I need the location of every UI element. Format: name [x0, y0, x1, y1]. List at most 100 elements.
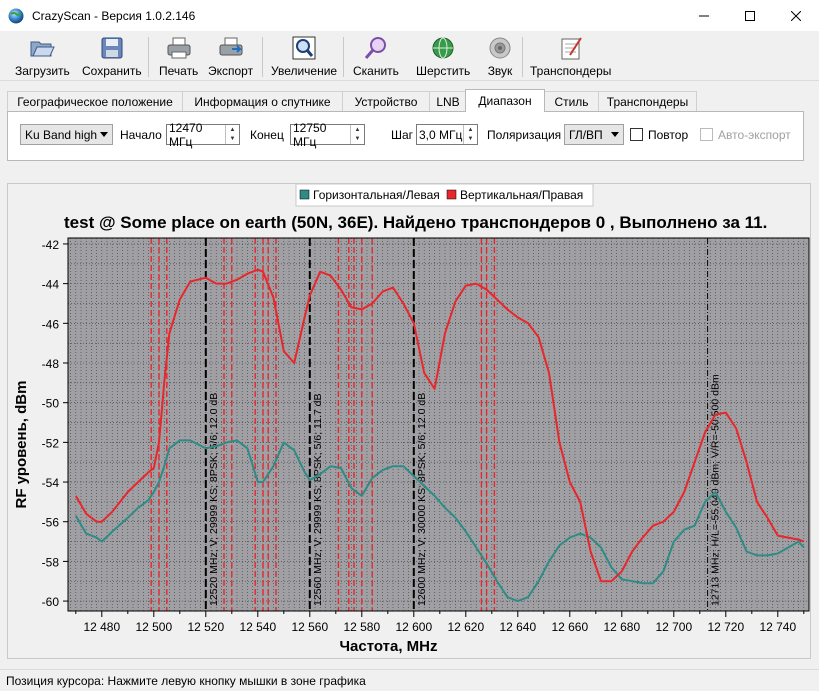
step-value: 3,0 МГц [419, 127, 463, 142]
minimize-icon [699, 15, 709, 16]
step-spinner[interactable]: 3,0 МГц ▲ ▼ [416, 124, 478, 145]
end-freq-spinner[interactable]: 12750 МГц ▲ ▼ [290, 121, 365, 149]
title-bar: CrazyScan - Версия 1.0.2.146 [0, 0, 819, 31]
x-tick-label: 12 680 [603, 620, 640, 634]
print-label: Печать [159, 64, 199, 78]
x-axis-label: Частота, MHz [339, 638, 437, 655]
toolbar-separator [148, 37, 149, 77]
auto-export-checkbox-box[interactable] [700, 128, 713, 141]
sweep-label: Шерстить [416, 64, 471, 78]
y-tick-label: -58 [42, 555, 60, 569]
x-tick-label: 12 580 [343, 620, 380, 634]
spin-down-icon[interactable]: ▼ [351, 135, 364, 145]
sweep-button[interactable]: Шерстить [416, 35, 470, 79]
transponder-marker-label: 12560 MHz; V; 29999 KS; 8PSK; 5/6; 11.7 … [312, 394, 324, 606]
save-button[interactable]: Сохранить [82, 35, 142, 79]
chart-title: test @ Some place on earth (50N, 36E). Н… [64, 213, 767, 232]
export-printer-icon [218, 35, 244, 61]
legend-label-horizontal: Горизонтальная/Левая [313, 188, 440, 202]
zoom-button[interactable]: Увеличение [271, 35, 337, 79]
repeat-checkbox[interactable]: Повтор [630, 124, 688, 145]
transponders-button[interactable]: Транспондеры [530, 35, 611, 79]
floppy-disk-icon [99, 35, 125, 61]
auto-export-label: Авто-экспорт [718, 127, 791, 142]
toolbar: Загрузить Сохранить Печать Экспорт Увели… [0, 31, 819, 81]
notebook-pencil-icon [558, 35, 584, 61]
toolbar-separator [522, 37, 523, 77]
tab-range[interactable]: Диапазон [465, 89, 545, 112]
x-tick-label: 12 520 [187, 620, 224, 634]
step-label: Шаг [391, 127, 414, 142]
export-button[interactable]: Экспорт [208, 35, 253, 79]
transponder-marker-label: 12713 MHz; H/L=-55.040 dBm; V/R=-50.500 … [710, 374, 722, 606]
save-label: Сохранить [82, 64, 142, 78]
y-tick-label: -42 [42, 238, 60, 252]
zoom-frame-icon [291, 35, 317, 61]
spin-down-icon[interactable]: ▼ [464, 135, 477, 145]
tab-device[interactable]: Устройство [342, 91, 430, 111]
start-freq-value: 12470 МГц [169, 120, 203, 149]
x-tick-label: 12 640 [499, 620, 536, 634]
sound-button[interactable]: Звук [487, 35, 513, 79]
repeat-checkbox-box[interactable] [630, 128, 643, 141]
spin-down-icon[interactable]: ▼ [226, 135, 239, 145]
y-tick-label: -48 [42, 357, 60, 371]
close-icon [791, 10, 801, 21]
cursor-position-status: Позиция курсора: Нажмите левую кнопку мы… [6, 673, 366, 688]
tab-label: Транспондеры [606, 94, 689, 109]
y-tick-label: -52 [42, 436, 60, 450]
legend-swatch-vertical [446, 189, 457, 200]
app-globe-icon [8, 8, 24, 23]
tab-lnb[interactable]: LNB [429, 91, 467, 111]
auto-export-checkbox[interactable]: Авто-экспорт [700, 124, 791, 145]
magnifier-icon [363, 35, 389, 61]
window-title: CrazyScan - Версия 1.0.2.146 [32, 8, 196, 23]
tab-transponders[interactable]: Транспондеры [598, 91, 697, 111]
tab-label: Информация о спутнике [194, 94, 331, 109]
start-freq-spinner[interactable]: 12470 МГц ▲ ▼ [166, 121, 240, 149]
polarization-value: ГЛ/ВП [569, 127, 603, 142]
x-tick-label: 12 540 [239, 620, 276, 634]
load-button[interactable]: Загрузить [15, 35, 70, 79]
x-tick-label: 12 720 [707, 620, 744, 634]
x-tick-label: 12 620 [447, 620, 484, 634]
x-tick-label: 12 660 [551, 620, 588, 634]
start-label: Начало [120, 127, 162, 142]
chevron-down-icon [611, 132, 619, 137]
end-label: Конец [250, 127, 284, 142]
speaker-icon [487, 35, 513, 61]
print-button[interactable]: Печать [159, 35, 198, 79]
scan-label: Сканить [353, 64, 399, 78]
range-panel: Ku Band high Начало 12470 МГц ▲ ▼ Конец 1… [7, 111, 804, 161]
spin-up-icon[interactable]: ▲ [351, 125, 364, 135]
legend-swatch-horizontal [299, 189, 310, 200]
tab-satellite-info[interactable]: Информация о спутнике [182, 91, 343, 111]
x-tick-label: 12 740 [759, 620, 796, 634]
y-axis-label: RF уровень, dBm [13, 381, 30, 509]
tab-geo-position[interactable]: Географическое положение [7, 91, 183, 111]
scan-button[interactable]: Сканить [353, 35, 399, 79]
spectrum-chart[interactable]: Горизонтальная/Левая Вертикальная/Правая t… [8, 184, 812, 660]
spectrum-chart-area[interactable]: Горизонтальная/Левая Вертикальная/Правая t… [7, 183, 811, 659]
spin-up-icon[interactable]: ▲ [226, 125, 239, 135]
y-tick-label: -44 [42, 278, 60, 292]
minimize-button[interactable] [681, 0, 727, 31]
polarization-select[interactable]: ГЛ/ВП [564, 124, 624, 145]
repeat-label: Повтор [648, 127, 689, 142]
maximize-icon [745, 10, 755, 21]
spin-up-icon[interactable]: ▲ [464, 125, 477, 135]
tab-label: LNB [436, 94, 460, 109]
y-tick-label: -60 [42, 595, 60, 609]
close-button[interactable] [773, 0, 819, 31]
y-tick-label: -50 [42, 397, 60, 411]
tab-label: Устройство [354, 94, 418, 109]
x-tick-label: 12 480 [83, 620, 120, 634]
transponder-marker-label: 12600 MHz; V; 30000 KS; 8PSK; 5/6; 12.0 … [416, 393, 428, 606]
band-select[interactable]: Ku Band high [20, 124, 113, 145]
maximize-button[interactable] [727, 0, 773, 31]
polarization-label: Поляризация [487, 127, 562, 142]
globe-scan-icon [430, 35, 456, 61]
tab-style[interactable]: Стиль [544, 91, 599, 111]
folder-open-icon [29, 35, 56, 61]
printer-icon [166, 35, 192, 61]
